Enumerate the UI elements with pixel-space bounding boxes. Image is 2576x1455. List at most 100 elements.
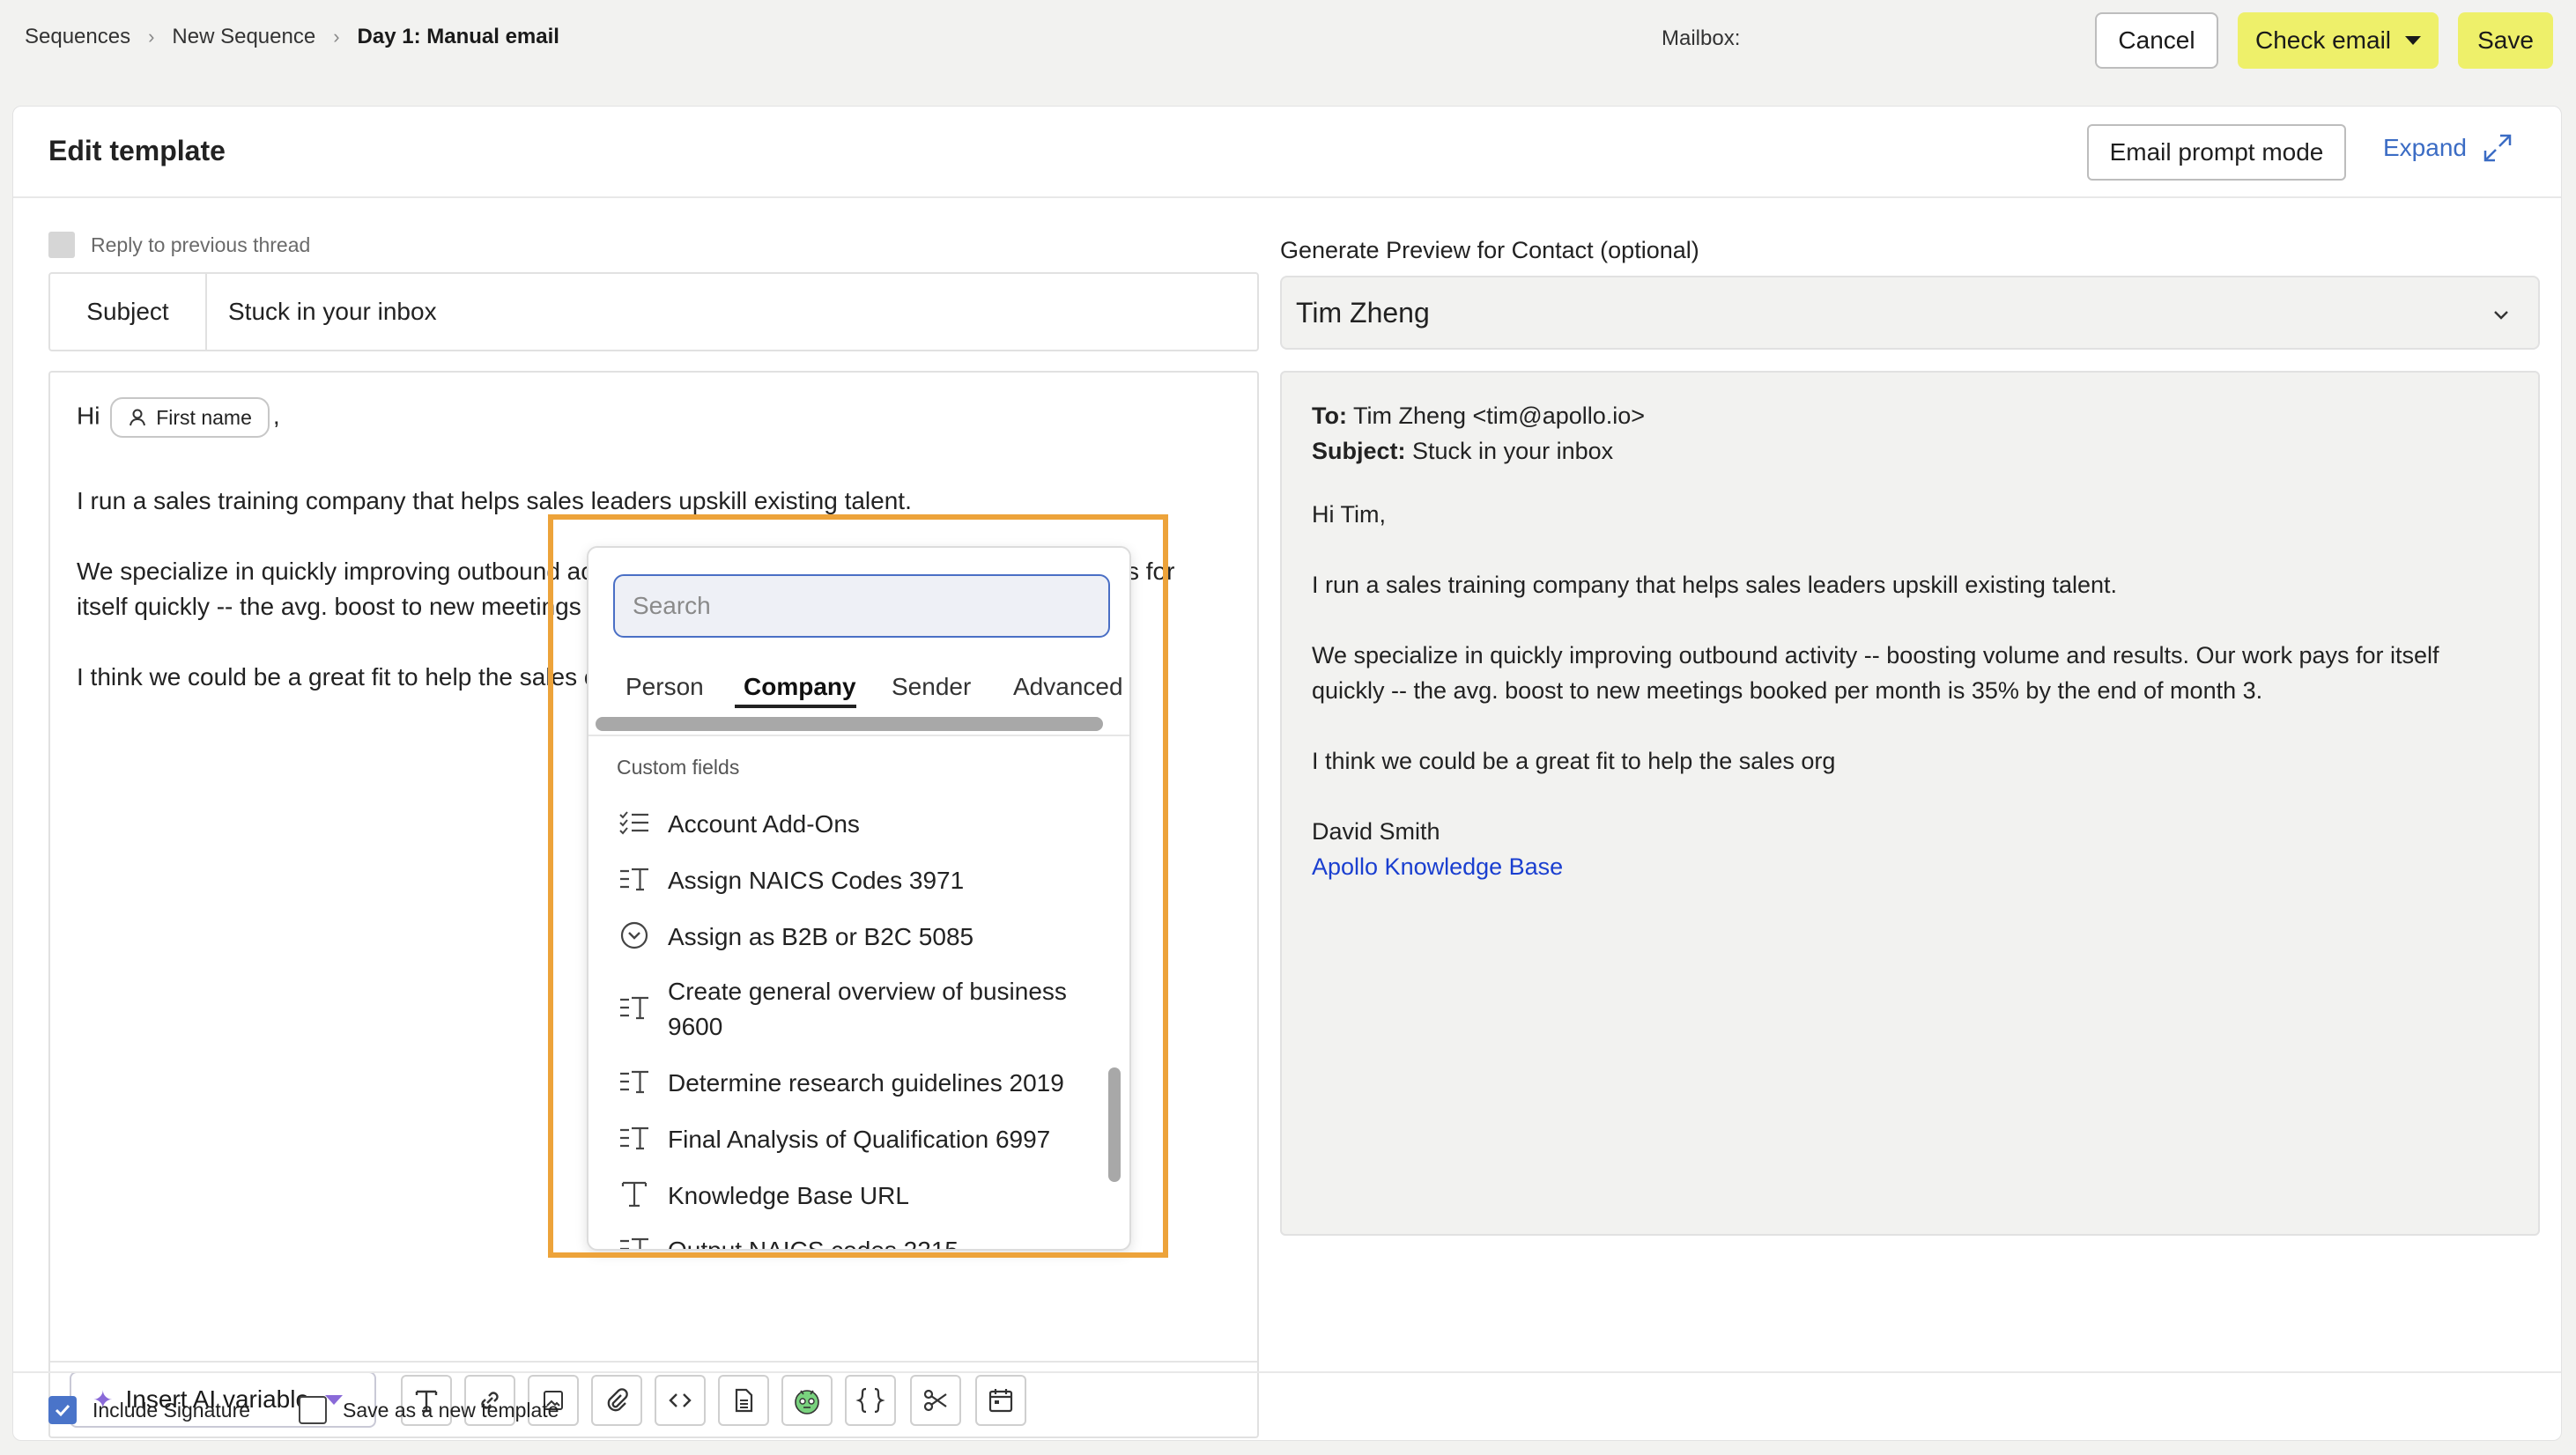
include-signature-row: Include Signature [48, 1396, 250, 1424]
list-item-label-line-2: 9600 [668, 1013, 723, 1040]
save-label: Save [2477, 26, 2534, 54]
cancel-label: Cancel [2118, 26, 2195, 54]
text-field-icon [617, 861, 652, 897]
list-item-label-line-1: Create general overview of business [668, 978, 1067, 1005]
list-item-label: Determine research guidelines 2019 [668, 1069, 1064, 1097]
expand-arrows-icon [2483, 134, 2512, 162]
list-item[interactable]: Determine research guidelines 2019 [617, 1066, 1092, 1101]
preview-to-line: To: Tim Zheng <tim@apollo.io> [1312, 403, 1645, 430]
reply-thread-row: Reply to previous thread [48, 232, 310, 258]
breadcrumb-sequences[interactable]: Sequences [25, 25, 130, 49]
list-item-label: Assign NAICS Codes 3971 [668, 867, 965, 894]
include-signature-checkbox[interactable] [48, 1396, 77, 1424]
preview-signature-link[interactable]: Apollo Knowledge Base [1312, 853, 1563, 881]
check-email-label: Check email [2254, 26, 2392, 54]
preview-to-label: To: [1312, 403, 1347, 429]
person-icon [130, 409, 146, 426]
subject-input[interactable]: Stuck in your inbox [207, 274, 437, 350]
preview-paragraph-2-line-2: quickly -- the avg. boost to new meeting… [1312, 677, 2263, 704]
active-tab-indicator [735, 705, 856, 708]
text-field-icon [617, 990, 652, 1025]
checkmark-icon [55, 1404, 70, 1417]
breadcrumb: Sequences › New Sequence › Day 1: Manual… [25, 25, 559, 49]
tab-sender[interactable]: Sender [892, 673, 971, 701]
list-item[interactable]: Final Analysis of Qualification 6997 [617, 1122, 1092, 1157]
list-item-label: Output NAICS codes 2215 [668, 1237, 959, 1251]
preview-contact-select[interactable]: Tim Zheng [1280, 276, 2540, 350]
body-line-2: We specialize in quickly improving outbo… [77, 558, 594, 585]
tab-advanced[interactable]: Advanced [1013, 673, 1123, 701]
body-line-1-a: I run a sales training company that help… [77, 487, 679, 514]
top-bar: Sequences › New Sequence › Day 1: Manual… [0, 0, 2576, 83]
body-line-1-c: existing talent. [747, 487, 912, 514]
check-email-button[interactable]: Check email [2238, 12, 2439, 69]
chevron-right-icon: › [333, 26, 340, 48]
toolbar-divider [50, 1361, 1257, 1363]
variable-search-input[interactable] [613, 574, 1110, 638]
text-field-icon [617, 1120, 652, 1156]
chevron-right-icon: › [148, 26, 155, 48]
list-item-label: Account Add-Ons [668, 810, 860, 838]
first-name-chip-label: First name [156, 405, 252, 429]
body-line-3: itself quickly -- the avg. boost to new … [77, 593, 603, 620]
card-footer: Include Signature Save as a new template [13, 1371, 2561, 1442]
tab-person[interactable]: Person [625, 673, 704, 701]
mailbox-label: Mailbox: [1662, 26, 1741, 50]
expand-label: Expand [2383, 134, 2467, 161]
subject-field: Subject Stuck in your inbox [48, 272, 1259, 351]
variable-category-tabs: Person Company Sender Advanced [588, 654, 1129, 720]
tab-company[interactable]: Company [744, 673, 856, 701]
greeting-prefix: Hi [77, 402, 100, 430]
preview-subject-value: Stuck in your inbox [1412, 438, 1614, 464]
reply-thread-checkbox[interactable] [48, 232, 75, 258]
edit-template-card: Edit template Email prompt mode Expand R… [12, 106, 2562, 1441]
body-line-4: I think we could be a great fit to help … [77, 663, 598, 691]
greeting-suffix: , [272, 402, 280, 430]
dropdown-divider [588, 735, 1129, 736]
preview-paragraph-1: I run a sales training company that help… [1312, 572, 2117, 598]
list-item-label: Create general overview of business 9600 [668, 974, 1067, 1045]
expand-button[interactable]: Expand [2383, 133, 2513, 163]
preview-signature-name: David Smith [1312, 818, 1440, 845]
dropdown-circle-icon [617, 918, 652, 953]
list-item[interactable]: Assign as B2B or B2C 5085 [617, 920, 1092, 955]
save-button[interactable]: Save [2458, 12, 2553, 69]
horizontal-scrollbar[interactable] [596, 717, 1103, 731]
body-line-2-end: s for [1127, 558, 1175, 585]
save-template-checkbox[interactable] [299, 1396, 327, 1424]
save-template-label: Save as a new template [343, 1398, 559, 1422]
list-item[interactable]: Account Add-Ons [617, 807, 1092, 842]
breadcrumb-new-sequence[interactable]: New Sequence [172, 25, 315, 49]
custom-fields-heading: Custom fields [617, 756, 740, 779]
subject-label: Subject [50, 274, 207, 350]
chevron-down-icon [2494, 311, 2508, 320]
variable-picker-dropdown: Person Company Sender Advanced Custom fi… [587, 546, 1131, 1251]
preview-subject-line: Subject: Stuck in your inbox [1312, 438, 1613, 465]
list-item-label: Final Analysis of Qualification 6997 [668, 1126, 1051, 1153]
list-item[interactable]: Output NAICS codes 2215 [617, 1231, 1092, 1251]
list-item-label: Assign as B2B or B2C 5085 [668, 923, 974, 950]
checklist-icon [617, 805, 652, 840]
list-item[interactable]: Create general overview of business 9600 [617, 974, 1092, 1045]
first-name-variable-chip[interactable]: First name [110, 397, 270, 438]
breadcrumb-current: Day 1: Manual email [357, 25, 559, 48]
misspelled-word: upskill [678, 487, 748, 514]
selected-contact: Tim Zheng [1296, 296, 1430, 329]
list-item[interactable]: Assign NAICS Codes 3971 [617, 863, 1092, 898]
save-template-row: Save as a new template [299, 1396, 559, 1424]
cancel-button[interactable]: Cancel [2095, 12, 2218, 69]
preview-to-value: Tim Zheng <tim@apollo.io> [1353, 403, 1646, 429]
preview-subject-label: Subject: [1312, 438, 1406, 464]
page-title: Edit template [48, 135, 226, 166]
text-icon [617, 1177, 652, 1212]
reply-thread-label: Reply to previous thread [91, 233, 311, 256]
preview-greeting: Hi Tim, [1312, 501, 1386, 528]
prompt-mode-label: Email prompt mode [2109, 138, 2324, 166]
include-signature-label: Include Signature [93, 1398, 251, 1422]
text-field-icon [617, 1064, 652, 1099]
text-field-icon [617, 1231, 652, 1249]
list-item[interactable]: Knowledge Base URL [617, 1178, 1092, 1214]
caret-down-icon [2405, 36, 2422, 45]
vertical-scrollbar[interactable] [1108, 1067, 1121, 1182]
email-prompt-mode-button[interactable]: Email prompt mode [2087, 124, 2346, 181]
